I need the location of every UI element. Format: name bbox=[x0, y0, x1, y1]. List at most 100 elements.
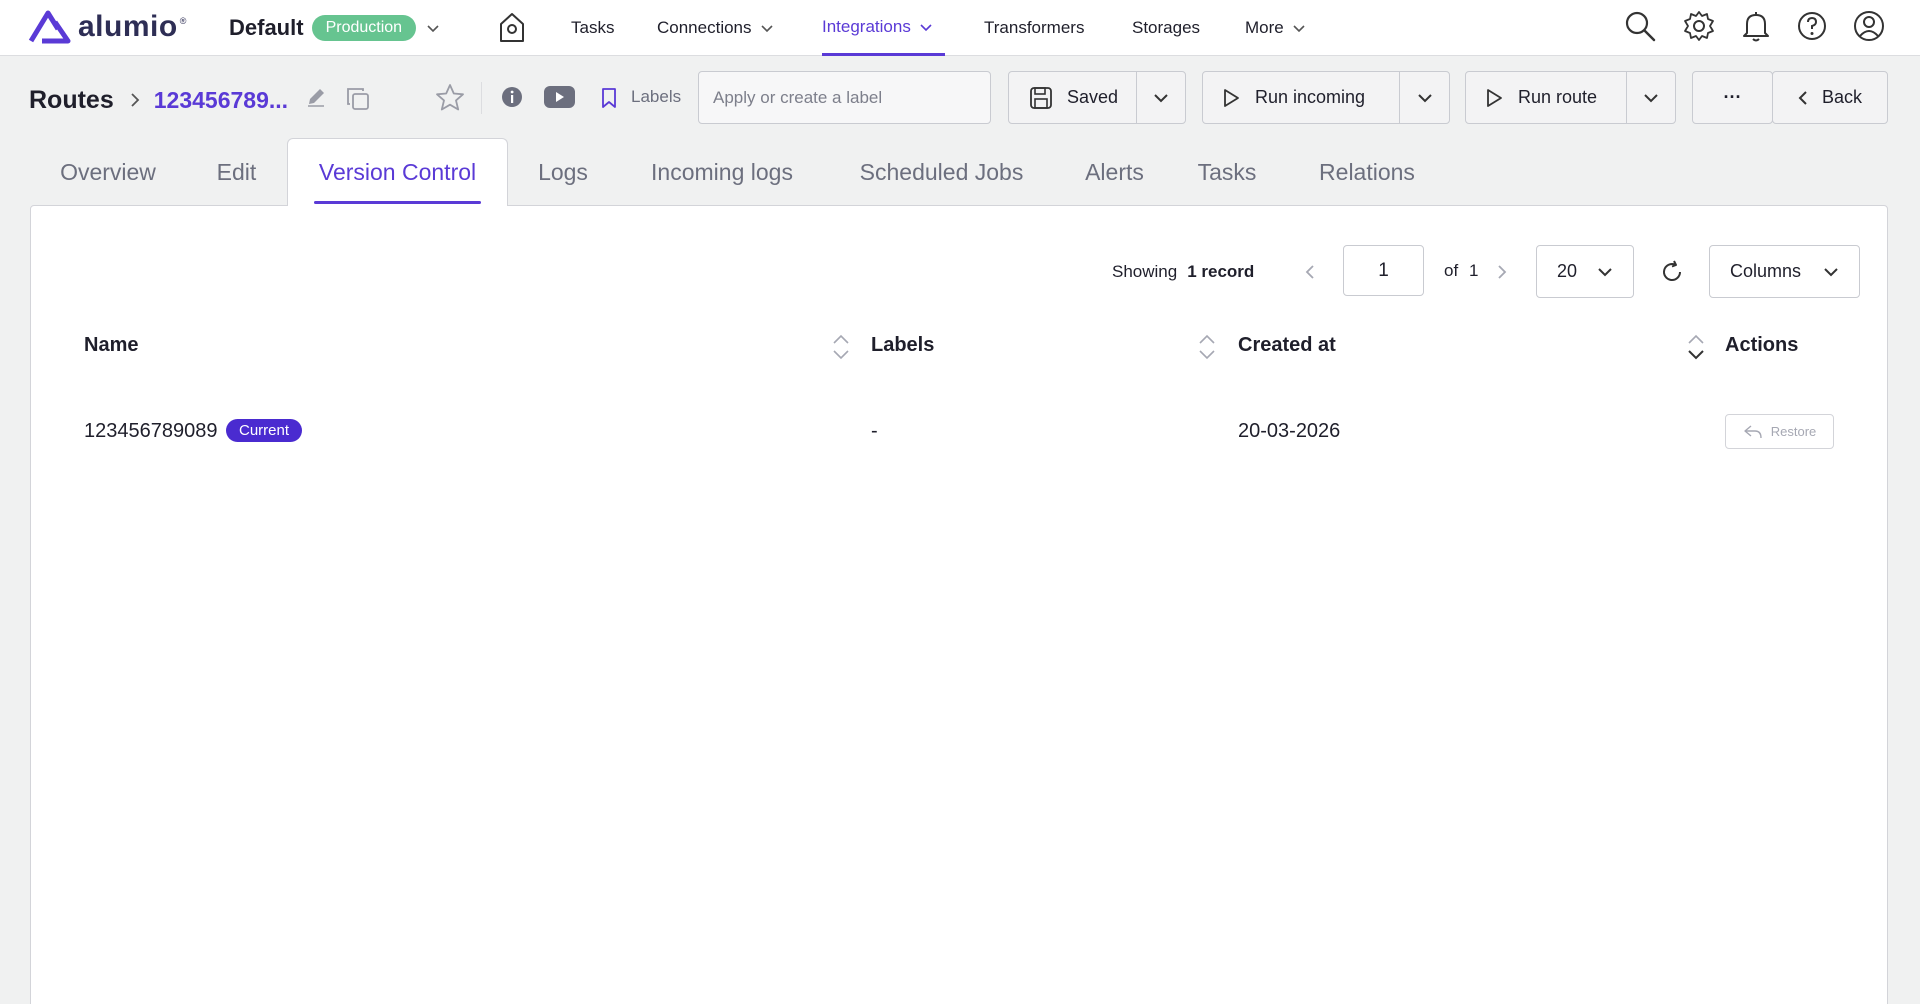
record-count: Showing 1 record bbox=[1112, 262, 1254, 282]
nav-transformers-label: Transformers bbox=[984, 18, 1085, 37]
play-icon bbox=[1487, 88, 1502, 107]
tab-incoming-logs[interactable]: Incoming logs bbox=[618, 138, 826, 206]
run-route-label: Run route bbox=[1518, 87, 1598, 107]
label-input[interactable] bbox=[698, 71, 991, 124]
chevron-left-icon bbox=[1798, 90, 1807, 105]
column-header-actions: Actions bbox=[1725, 334, 1799, 356]
chevron-left-icon[interactable] bbox=[1305, 264, 1315, 280]
refresh-icon[interactable] bbox=[1660, 260, 1684, 284]
tab-relations[interactable]: Relations bbox=[1282, 138, 1452, 206]
help-icon[interactable] bbox=[1796, 9, 1828, 43]
home-icon[interactable] bbox=[497, 10, 527, 44]
tab-label: Overview bbox=[60, 158, 156, 185]
chevron-down-icon bbox=[1154, 93, 1168, 102]
sort-icon[interactable] bbox=[1197, 332, 1217, 362]
page-total: 1 bbox=[1469, 261, 1479, 280]
logo-text: alumio bbox=[78, 10, 178, 43]
environment-badge: Production bbox=[311, 15, 417, 41]
nav-more-label: More bbox=[1245, 18, 1284, 37]
search-icon[interactable] bbox=[1623, 9, 1657, 43]
nav-tasks-label: Tasks bbox=[571, 18, 615, 37]
tab-alerts[interactable]: Alerts bbox=[1057, 138, 1172, 206]
breadcrumb-current-route[interactable]: 123456789... bbox=[154, 87, 288, 114]
logo-trademark: ® bbox=[179, 16, 187, 26]
restore-button[interactable]: Restore bbox=[1725, 414, 1834, 449]
page-of-label: of bbox=[1444, 261, 1459, 280]
columns-label: Columns bbox=[1730, 261, 1802, 281]
alumio-logo-icon bbox=[28, 10, 71, 44]
edit-pencil-icon[interactable] bbox=[305, 86, 327, 108]
labels-title: Labels bbox=[631, 87, 682, 106]
sort-icon[interactable] bbox=[831, 332, 851, 362]
column-header-created-at[interactable]: Created at bbox=[1238, 334, 1336, 357]
tab-overview[interactable]: Overview bbox=[30, 138, 186, 206]
more-actions-label: ··· bbox=[1723, 87, 1742, 107]
column-header-labels[interactable]: Labels bbox=[871, 334, 934, 357]
columns-select[interactable]: Columns bbox=[1709, 245, 1860, 298]
version-created-at: 20-03-2026 bbox=[1238, 420, 1341, 442]
showing-label: Showing bbox=[1112, 262, 1178, 281]
saved-button-group: Saved bbox=[1008, 71, 1186, 124]
tab-label: Edit bbox=[216, 158, 257, 185]
tab-scheduled-jobs[interactable]: Scheduled Jobs bbox=[826, 138, 1057, 206]
nav-tasks[interactable]: Tasks bbox=[571, 0, 614, 56]
gear-icon[interactable] bbox=[1682, 9, 1716, 43]
bell-icon[interactable] bbox=[1740, 9, 1772, 43]
top-navigation: alumio ® Default Production Tasks Connec… bbox=[0, 0, 1920, 56]
environment-name: Default bbox=[229, 15, 304, 40]
breadcrumb-routes[interactable]: Routes bbox=[29, 86, 114, 115]
run-incoming-dropdown-toggle[interactable] bbox=[1399, 72, 1449, 123]
bookmark-icon bbox=[602, 88, 616, 108]
sort-descending-icon[interactable] bbox=[1686, 332, 1706, 362]
play-icon bbox=[1224, 88, 1239, 107]
nav-integrations-label: Integrations bbox=[822, 16, 911, 36]
chevron-down-icon bbox=[1417, 93, 1432, 102]
chevron-right-icon[interactable] bbox=[1497, 264, 1507, 280]
back-label: Back bbox=[1821, 87, 1863, 107]
run-incoming-button-group: Run incoming bbox=[1202, 71, 1450, 124]
chevron-right-icon bbox=[131, 93, 140, 107]
back-button[interactable]: Back bbox=[1772, 71, 1888, 124]
user-avatar-icon[interactable] bbox=[1852, 9, 1886, 43]
chevron-down-icon bbox=[1824, 267, 1838, 276]
tab-label: Relations bbox=[1319, 158, 1415, 185]
alumio-logo[interactable]: alumio ® bbox=[28, 8, 186, 46]
page-number-input[interactable] bbox=[1343, 245, 1424, 296]
version-name: 123456789089 bbox=[84, 420, 218, 442]
tab-label: Tasks bbox=[1197, 158, 1257, 185]
tab-label: Alerts bbox=[1085, 158, 1144, 185]
chevron-down-icon bbox=[760, 25, 773, 33]
chevron-down-icon bbox=[427, 25, 439, 33]
nav-connections-label: Connections bbox=[657, 18, 752, 37]
star-icon[interactable] bbox=[434, 82, 466, 114]
run-route-button[interactable]: Run route bbox=[1466, 72, 1626, 123]
chevron-down-icon bbox=[920, 23, 932, 31]
tab-edit[interactable]: Edit bbox=[186, 138, 287, 206]
saved-dropdown-toggle[interactable] bbox=[1136, 72, 1185, 123]
copy-icon[interactable] bbox=[345, 86, 371, 112]
video-play-icon[interactable] bbox=[543, 85, 576, 109]
tab-logs[interactable]: Logs bbox=[508, 138, 618, 206]
nav-integrations[interactable]: Integrations bbox=[822, 0, 945, 56]
environment-selector[interactable]: Default Production bbox=[229, 12, 440, 44]
saved-button[interactable]: Saved bbox=[1009, 72, 1136, 123]
tab-label: Incoming logs bbox=[651, 158, 793, 185]
column-header-name[interactable]: Name bbox=[84, 334, 138, 357]
nav-more[interactable]: More bbox=[1245, 0, 1306, 56]
nav-connections[interactable]: Connections bbox=[657, 0, 774, 56]
tab-version-control[interactable]: Version Control bbox=[287, 138, 508, 206]
tab-label: Scheduled Jobs bbox=[859, 158, 1024, 185]
run-incoming-button[interactable]: Run incoming bbox=[1203, 72, 1399, 123]
nav-transformers[interactable]: Transformers bbox=[984, 0, 1084, 56]
more-actions-button[interactable]: ··· bbox=[1692, 71, 1773, 124]
nav-storages[interactable]: Storages bbox=[1132, 0, 1200, 56]
version-control-panel bbox=[30, 205, 1888, 1004]
save-disk-icon bbox=[1030, 86, 1052, 109]
current-badge: Current bbox=[226, 419, 303, 442]
page-size-value: 20 bbox=[1557, 261, 1578, 281]
info-icon[interactable] bbox=[501, 86, 523, 108]
run-route-dropdown-toggle[interactable] bbox=[1626, 72, 1675, 123]
chevron-down-icon bbox=[1644, 93, 1658, 102]
page-size-select[interactable]: 20 bbox=[1536, 245, 1634, 298]
tab-tasks[interactable]: Tasks bbox=[1172, 138, 1282, 206]
